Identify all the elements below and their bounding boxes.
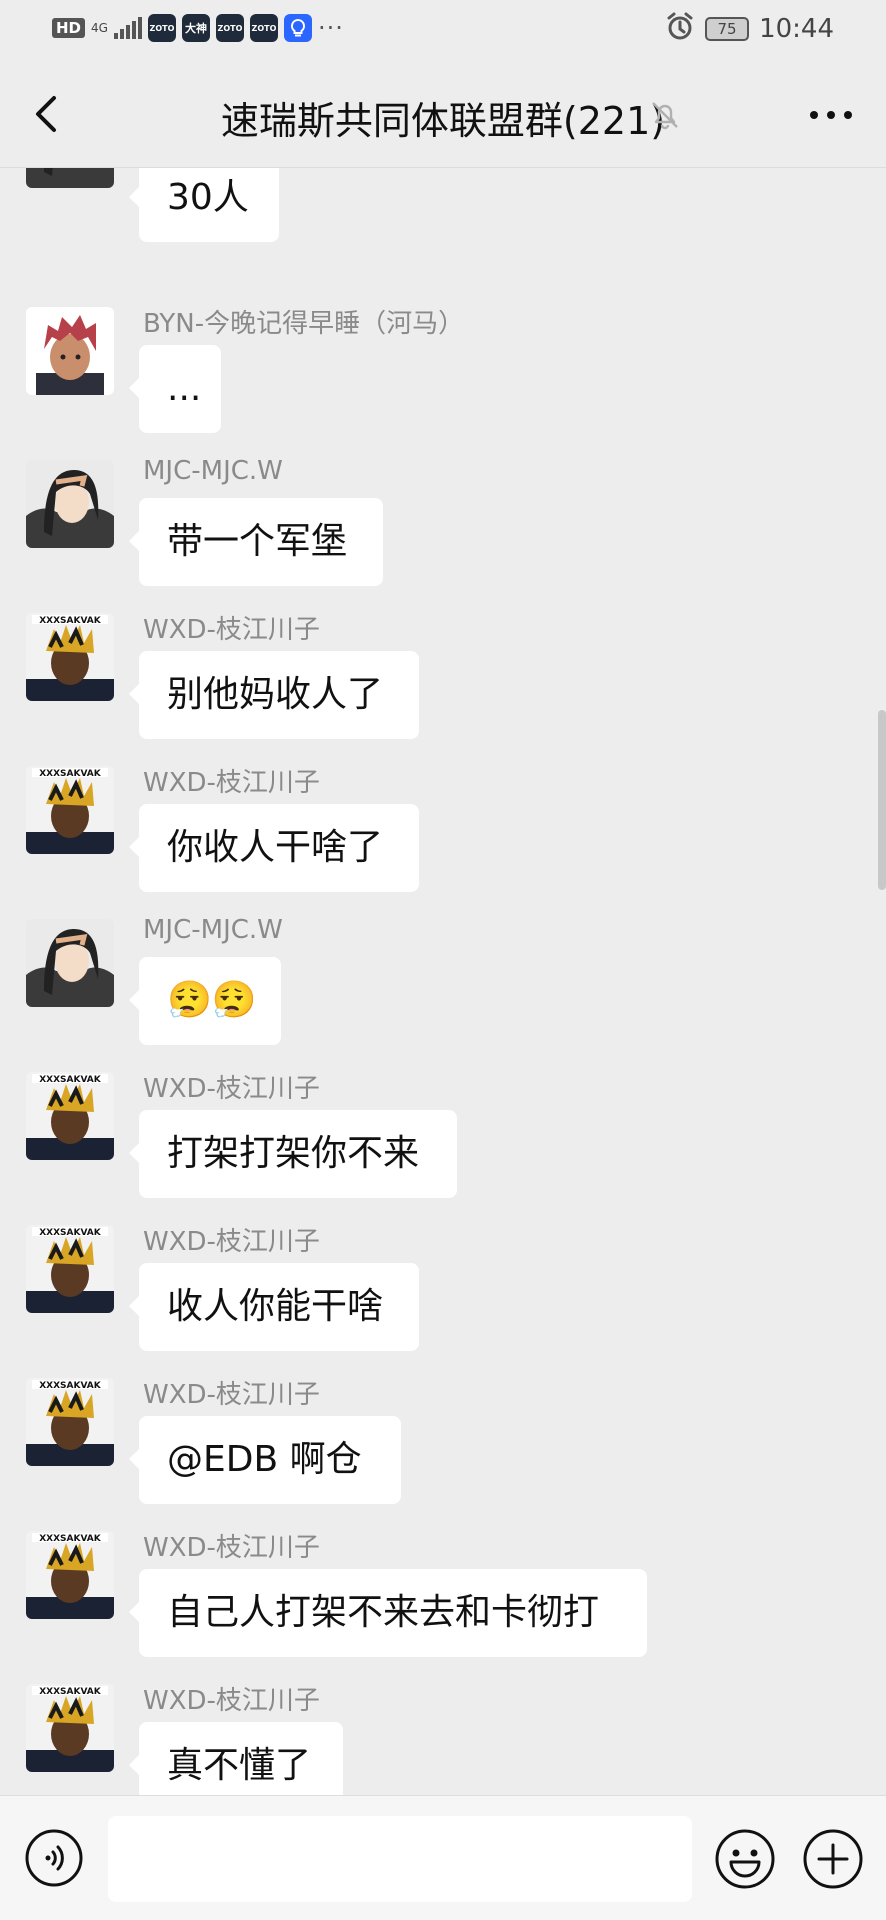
avatar[interactable] bbox=[26, 168, 114, 188]
message-input[interactable] bbox=[108, 1816, 692, 1902]
emoji-icon bbox=[715, 1829, 775, 1889]
voice-icon bbox=[25, 1829, 83, 1887]
svg-text:XXXSAKVAK: XXXSAKVAK bbox=[39, 1228, 102, 1238]
network-type: 4G bbox=[91, 21, 108, 35]
hd-indicator: HD bbox=[52, 18, 86, 38]
status-right: 75 10:44 bbox=[665, 12, 834, 46]
sender-name: MJC-MJC.W bbox=[143, 456, 283, 486]
alarm-icon bbox=[665, 12, 695, 46]
sender-name: WXD-枝江川子 bbox=[143, 1227, 320, 1257]
sender-name: MJC-MJC.W bbox=[143, 915, 283, 945]
message-bubble[interactable]: 😮‍💨😮‍💨 bbox=[129, 957, 281, 1045]
message-bubble[interactable]: ... bbox=[129, 345, 221, 433]
message-bubble[interactable]: 你收人干啥了 bbox=[129, 804, 419, 892]
app-notification-icon: ZOTO bbox=[249, 14, 278, 42]
lightbulb-icon bbox=[283, 14, 312, 42]
svg-text:XXXSAKVAK: XXXSAKVAK bbox=[39, 1687, 102, 1697]
message-bubble[interactable]: 真不懂了 bbox=[129, 1722, 343, 1795]
clock: 10:44 bbox=[759, 14, 834, 44]
plus-button[interactable] bbox=[802, 1828, 864, 1890]
more-notifications: ··· bbox=[317, 14, 344, 42]
avatar[interactable]: XXXSAKVAK bbox=[26, 1684, 114, 1772]
avatar[interactable]: XXXSAKVAK bbox=[26, 766, 114, 854]
sender-name: WXD-枝江川子 bbox=[143, 768, 320, 798]
battery-level: 75 bbox=[717, 20, 737, 38]
voice-button[interactable] bbox=[24, 1828, 84, 1888]
status-bar: HD 4G ZOTO 大神 ZOTO ZOTO ··· 75 10:44 bbox=[0, 0, 886, 62]
page-title-wrap: 速瑞斯共同体联盟群(221) bbox=[0, 90, 886, 145]
sender-name: WXD-枝江川子 bbox=[143, 1686, 320, 1716]
status-left: HD 4G ZOTO 大神 ZOTO ZOTO ··· bbox=[52, 14, 344, 42]
sender-name: BYN-今晚记得早睡（河马） bbox=[143, 309, 465, 339]
sender-name: WXD-枝江川子 bbox=[143, 1074, 320, 1104]
message-list[interactable]: 30人 BYN-今晚记得早睡（河马）... MJC-MJC.W 带一个军堡 XXXSAK… bbox=[0, 168, 886, 1795]
message-bubble[interactable]: 收人你能干啥 bbox=[129, 1263, 419, 1351]
plus-icon bbox=[803, 1829, 863, 1889]
scrollbar[interactable] bbox=[878, 710, 886, 890]
message-bubble[interactable]: 打架打架你不来 bbox=[129, 1110, 457, 1198]
sender-name: WXD-枝江川子 bbox=[143, 1380, 320, 1410]
mute-indicator bbox=[648, 98, 682, 132]
avatar[interactable] bbox=[26, 919, 114, 1007]
message-bubble[interactable]: 自己人打架不来去和卡彻打 bbox=[129, 1569, 647, 1657]
app-notification-icon: ZOTO bbox=[215, 14, 244, 42]
avatar[interactable]: XXXSAKVAK bbox=[26, 1378, 114, 1466]
battery-icon: 75 bbox=[705, 17, 750, 41]
page-title: 速瑞斯共同体联盟群(221) bbox=[220, 99, 666, 143]
signal-icon bbox=[113, 17, 142, 39]
svg-text:XXXSAKVAK: XXXSAKVAK bbox=[39, 1381, 102, 1391]
avatar[interactable]: XXXSAKVAK bbox=[26, 1531, 114, 1619]
svg-text:XXXSAKVAK: XXXSAKVAK bbox=[39, 769, 102, 779]
more-horizontal-icon bbox=[810, 111, 852, 119]
svg-text:XXXSAKVAK: XXXSAKVAK bbox=[39, 1534, 102, 1544]
app-notification-icon: ZOTO bbox=[147, 14, 176, 42]
sender-name: WXD-枝江川子 bbox=[143, 1533, 320, 1563]
input-bar bbox=[0, 1795, 886, 1920]
sender-name: WXD-枝江川子 bbox=[143, 615, 320, 645]
svg-text:XXXSAKVAK: XXXSAKVAK bbox=[39, 1075, 102, 1085]
message-bubble[interactable]: 30人 bbox=[129, 168, 279, 242]
more-button[interactable] bbox=[806, 100, 856, 130]
avatar[interactable]: XXXSAKVAK bbox=[26, 613, 114, 701]
chat-screen: HD 4G ZOTO 大神 ZOTO ZOTO ··· 75 10:44 速瑞斯… bbox=[0, 0, 886, 1920]
bell-off-icon bbox=[652, 102, 678, 130]
avatar[interactable]: XXXSAKVAK bbox=[26, 1072, 114, 1160]
message-bubble[interactable]: 带一个军堡 bbox=[129, 498, 383, 586]
avatar[interactable] bbox=[26, 460, 114, 548]
chat-header: 速瑞斯共同体联盟群(221) bbox=[0, 62, 886, 168]
avatar[interactable] bbox=[26, 307, 114, 395]
avatar[interactable]: XXXSAKVAK bbox=[26, 1225, 114, 1313]
message-bubble[interactable]: 别他妈收人了 bbox=[129, 651, 419, 739]
svg-text:XXXSAKVAK: XXXSAKVAK bbox=[39, 616, 102, 626]
app-notification-icon: 大神 bbox=[181, 14, 210, 42]
message-bubble[interactable]: @EDB 啊仓 bbox=[129, 1416, 401, 1504]
emoji-button[interactable] bbox=[714, 1828, 776, 1890]
